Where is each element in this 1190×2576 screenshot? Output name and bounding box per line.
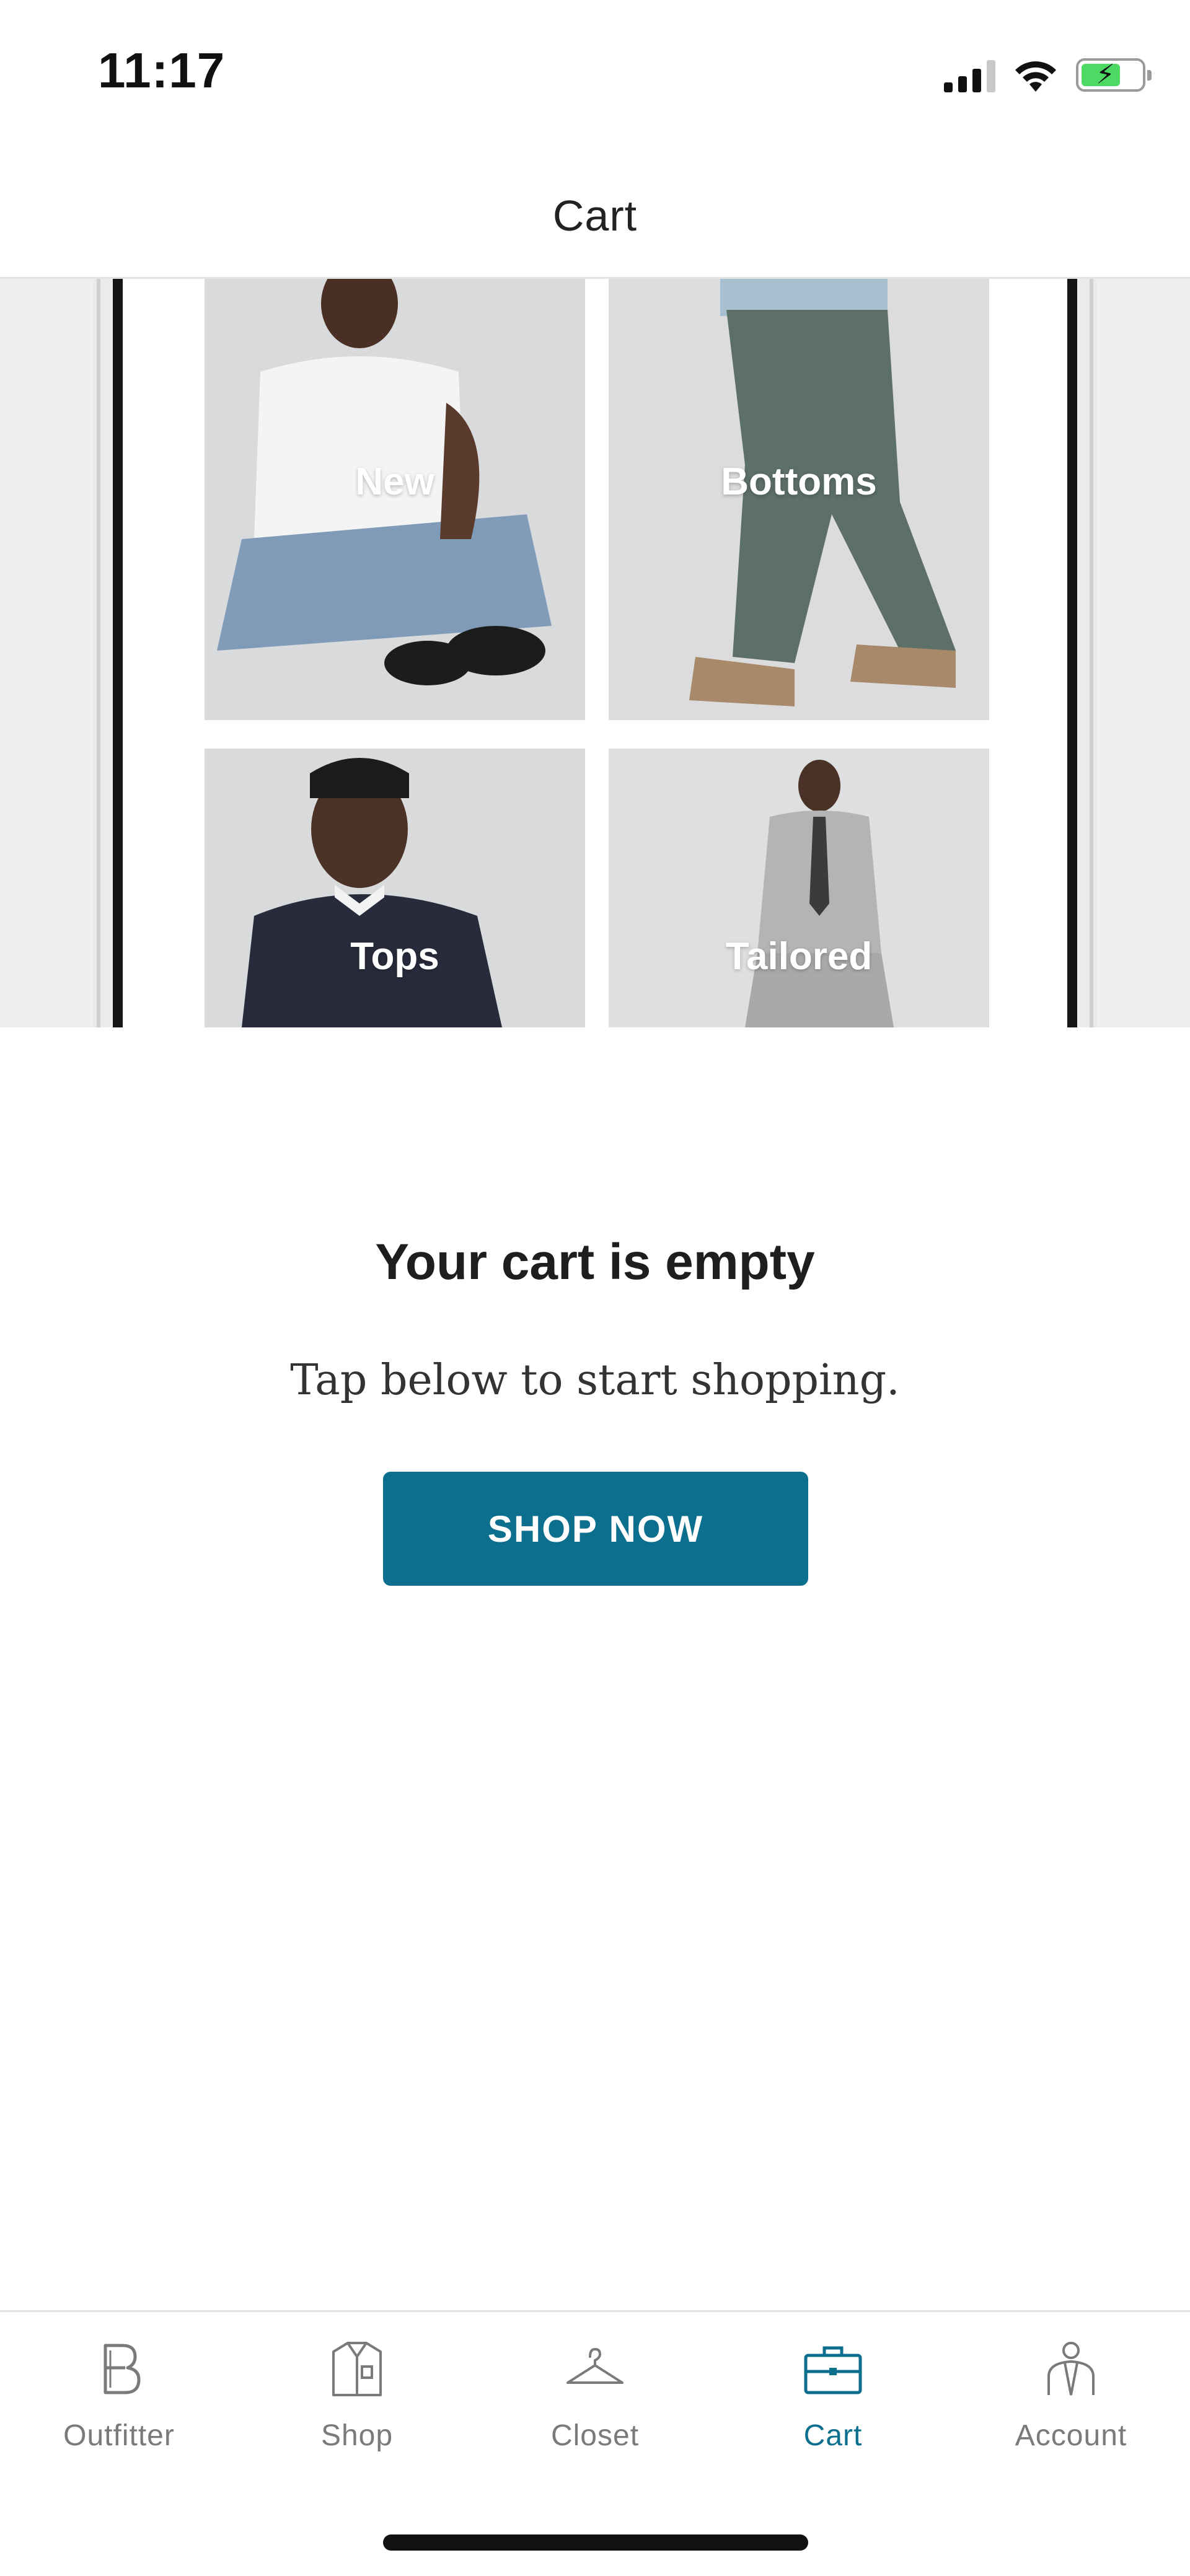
person-icon [1047, 2342, 1095, 2396]
home-indicator[interactable] [383, 2534, 808, 2551]
tab-account[interactable]: Account [952, 2312, 1190, 2498]
hanger-icon [566, 2347, 624, 2384]
battery-charging-icon: ⚡ [1076, 58, 1152, 92]
tab-outfitter[interactable]: Outfitter [0, 2312, 238, 2498]
category-label-tops: Tops [350, 935, 439, 978]
empty-cart-title: Your cart is empty [375, 1234, 815, 1290]
shirt-icon [332, 2342, 382, 2396]
status-time: 11:17 [98, 43, 226, 98]
category-tile-tailored: Tailored [609, 749, 989, 1027]
tab-closet[interactable]: Closet [476, 2312, 714, 2498]
status-bar: 11:17 ⚡ [0, 0, 1190, 143]
category-label-bottoms: Bottoms [721, 460, 877, 503]
shop-now-button[interactable]: SHOP NOW [383, 1472, 808, 1586]
tab-shop[interactable]: Shop [238, 2312, 476, 2498]
outfitter-b-icon [104, 2344, 141, 2394]
tab-label-closet: Closet [550, 2419, 640, 2452]
tab-label-shop: Shop [320, 2419, 394, 2452]
status-icons: ⚡ [944, 53, 1152, 97]
tab-label-cart: Cart [803, 2419, 863, 2452]
signal-icon [944, 58, 995, 92]
nav-header: Cart [0, 143, 1190, 279]
category-label-new: New [355, 460, 434, 503]
hero-image: New Bottoms Tops Tailored [0, 279, 1190, 1027]
category-tile-tops: Tops [205, 749, 585, 1027]
tab-label-account: Account [1015, 2419, 1127, 2452]
empty-cart-subtitle: Tap below to start shopping. [290, 1356, 900, 1405]
category-tile-bottoms: Bottoms [609, 279, 989, 720]
tab-cart[interactable]: Cart [714, 2312, 952, 2498]
category-tile-new: New [205, 279, 585, 720]
page-title: Cart [552, 191, 638, 240]
briefcase-icon [804, 2346, 862, 2394]
wifi-icon [1015, 61, 1056, 92]
tab-label-outfitter: Outfitter [63, 2419, 175, 2452]
category-label-tailored: Tailored [725, 935, 873, 978]
